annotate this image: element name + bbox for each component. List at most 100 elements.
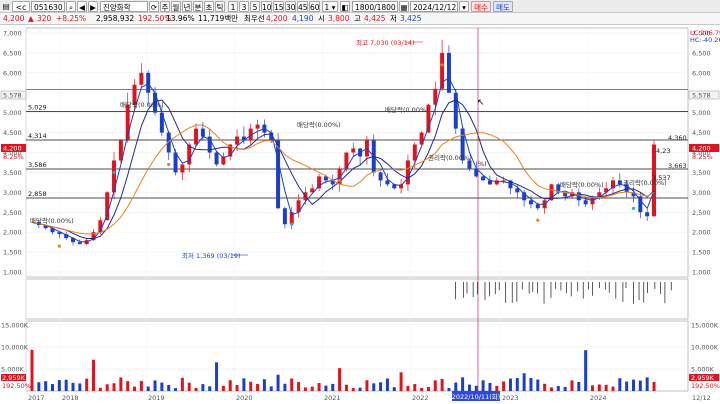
tab-minute[interactable]: 분	[193, 1, 203, 12]
price-tick-left: 3,500	[3, 169, 22, 177]
tab-yearly[interactable]: 년	[182, 1, 192, 12]
volume-tick-right: 15,000K	[691, 322, 719, 330]
volume-bar	[338, 368, 342, 391]
event-marker	[290, 222, 294, 226]
tab-monthly[interactable]: 월	[171, 1, 181, 12]
volume-bar	[303, 387, 307, 391]
candle-body	[139, 72, 144, 85]
volume-bar	[549, 387, 553, 391]
minute-60[interactable]: 60	[309, 1, 320, 12]
mouse-pointer-icon: ↖	[477, 98, 485, 108]
open-price: 3,800	[328, 14, 350, 23]
time-tick-label: 2017	[28, 394, 45, 402]
count-input[interactable]: 1800/1800	[352, 1, 398, 12]
code-label[interactable]: <c	[12, 1, 30, 12]
volume-bar	[543, 383, 547, 391]
candle-body	[583, 200, 588, 205]
volume-bar	[44, 381, 48, 391]
best-bid: 4,200	[266, 14, 288, 23]
price-tick-right: 3,500	[692, 169, 711, 177]
minute-1[interactable]: 1	[228, 1, 238, 12]
volume-bar	[467, 384, 471, 391]
next-stock-icon[interactable]: ▶	[88, 1, 98, 12]
calendar-icon[interactable]: ▦	[399, 1, 409, 12]
price-tick-left: 2,000	[3, 229, 22, 237]
dropdown-icon[interactable]: ▾	[459, 1, 469, 12]
price-tick-left: 5,000	[3, 109, 22, 117]
minute-45[interactable]: 45	[297, 1, 308, 12]
volume-bar	[317, 383, 321, 391]
tab-weekly[interactable]: 주	[160, 1, 170, 12]
time-axis: 2017 2018 2019 2020 2021 2022 2023 2024 12/12	[28, 394, 711, 402]
right-tag-d: 3,537	[652, 174, 671, 182]
best-ask: 4,190	[292, 14, 314, 23]
volume-bar	[604, 384, 608, 391]
volume-bar	[556, 386, 560, 391]
turnover: 13.96%	[166, 14, 195, 23]
volume-bar	[228, 380, 232, 391]
left-volume-ratio: 192.50%	[2, 382, 31, 390]
volume-bar	[399, 372, 403, 391]
minute-10[interactable]: 10	[261, 1, 272, 12]
left-reference-value: 5.578	[3, 92, 22, 100]
candle-body	[276, 140, 281, 209]
candle-body	[481, 176, 486, 181]
volume-bar	[440, 378, 444, 391]
price-tick-left: 6,500	[3, 49, 22, 57]
low-label: 저	[390, 14, 397, 23]
overlay-icon[interactable]: ◧	[340, 1, 350, 12]
volume-bar	[631, 379, 635, 391]
event-marker	[57, 244, 61, 248]
candle-body	[255, 124, 260, 129]
volume-bar	[474, 385, 478, 391]
menu-icon[interactable]: ▤	[1, 1, 11, 12]
minute-3[interactable]: 3	[239, 1, 249, 12]
tab-tick[interactable]: 틱	[215, 1, 225, 12]
volume-bar	[187, 382, 191, 391]
price-tick-right: 1,500	[692, 249, 711, 257]
volume-tick-right: 5,000K	[691, 366, 715, 374]
stock-code-input[interactable]: 051630	[31, 1, 65, 12]
buy-button[interactable]: 매수	[471, 1, 491, 12]
volume-bar	[577, 381, 581, 391]
rights-label-1: 권리락(0.00%)	[428, 153, 472, 162]
minute-30[interactable]: 30	[285, 1, 296, 12]
best-bid-label: 최우선	[244, 14, 265, 23]
highest-label: 최고 7,030 (03/14)	[356, 38, 415, 47]
dividend-label-1: 배당락(0.00%)	[30, 216, 74, 225]
event-marker	[536, 218, 540, 222]
tab-second[interactable]: 초	[204, 1, 214, 12]
search-icon[interactable]: ⌕	[66, 1, 76, 12]
volume-bar	[85, 378, 89, 391]
volume-bar	[262, 379, 266, 391]
volume-bar	[625, 381, 629, 391]
volume-bar	[426, 386, 430, 391]
volume-bar	[536, 379, 540, 391]
minute-15[interactable]: 15	[273, 1, 284, 12]
right-current-rate: 8.25%	[692, 153, 713, 161]
volume-bar	[310, 386, 314, 391]
high-price: 4,425	[364, 14, 386, 23]
prev-stock-icon[interactable]: ◀	[77, 1, 87, 12]
volume-bar	[502, 381, 506, 391]
volume-bar	[215, 362, 219, 391]
volume-tick-left: 10,000K	[1, 344, 29, 352]
event-marker	[337, 178, 342, 183]
price-tick-left: 6,000	[3, 69, 22, 77]
level-label: 4,314	[28, 132, 47, 140]
date-input[interactable]: 2024/12/12	[410, 1, 458, 12]
dividend-label-3: 배당락(0.00%)	[297, 120, 341, 129]
stock-chart[interactable]: 7,0006,5006,0005,5005,0004,5004,0003,500…	[0, 25, 720, 404]
toolbar: ▤ <c 051630 ⌕ ◀ ▶ 진양화학 ⟳ 주 월 년 분 초 틱 1 3…	[0, 0, 720, 13]
legend-hc: HC:-40.26	[690, 36, 720, 44]
volume-bar	[276, 374, 280, 391]
volume-bar	[597, 384, 601, 391]
sell-button[interactable]: 매도	[493, 1, 513, 12]
right-tag-c: 3,663	[668, 162, 687, 170]
price-tick-right: 2,500	[692, 209, 711, 217]
refresh-icon[interactable]: ⟳	[149, 1, 159, 12]
candle-body	[194, 128, 199, 145]
minute-5[interactable]: 5	[250, 1, 260, 12]
price-tick-right: 6,500	[692, 49, 711, 57]
interval-stepper[interactable]: 1 ▾	[322, 1, 338, 12]
